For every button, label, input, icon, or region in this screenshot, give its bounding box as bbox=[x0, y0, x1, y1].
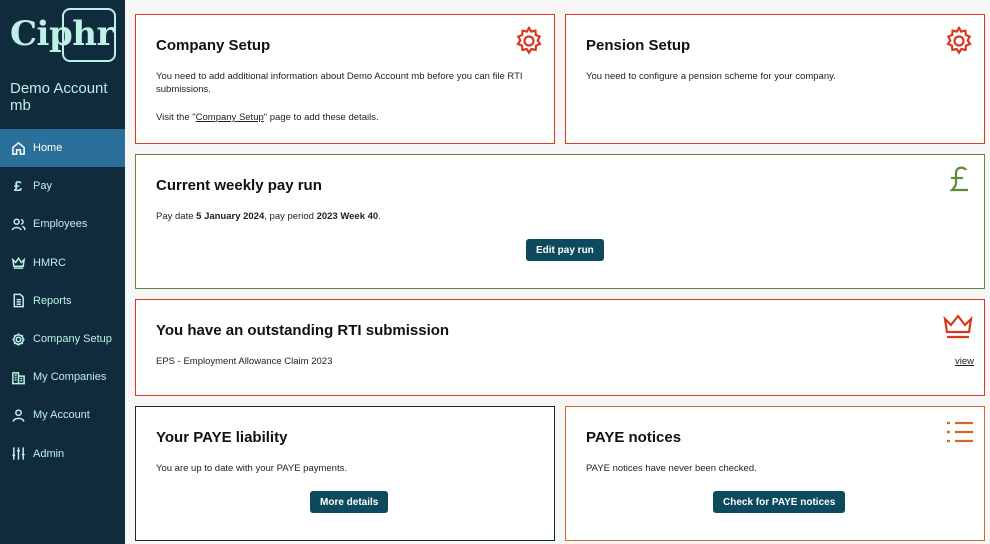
company-setup-card: Company Setup You need to add additional… bbox=[135, 14, 555, 144]
pay-period-label: , pay period bbox=[264, 211, 317, 222]
gear-icon[interactable] bbox=[513, 25, 545, 57]
card-title: Pension Setup bbox=[586, 37, 691, 54]
pension-setup-card: Pension Setup You need to configure a pe… bbox=[565, 14, 985, 144]
sidebar-item-label: Company Setup bbox=[33, 333, 112, 346]
card-title: Current weekly pay run bbox=[156, 177, 322, 194]
sidebar-item-my-account[interactable]: My Account bbox=[0, 396, 125, 434]
sidebar-item-label: Reports bbox=[33, 294, 72, 307]
logo-text: Ciphr bbox=[10, 14, 114, 54]
sidebar-item-pay[interactable]: £ Pay bbox=[0, 167, 125, 205]
paye-notices-card: PAYE notices PAYE notices have never bee… bbox=[565, 406, 985, 541]
sidebar-item-label: My Account bbox=[33, 409, 90, 422]
sidebar: Ciphr Demo Account mb Home £ Pay Employe… bbox=[0, 0, 125, 544]
paye-liability-card: Your PAYE liability You are up to date w… bbox=[135, 406, 555, 541]
sidebar-item-label: Pay bbox=[33, 180, 52, 193]
sidebar-item-reports[interactable]: Reports bbox=[0, 282, 125, 320]
gear-icon[interactable] bbox=[943, 25, 975, 57]
sidebar-item-admin[interactable]: Admin bbox=[0, 435, 125, 473]
document-icon bbox=[10, 293, 26, 309]
sidebar-item-hmrc[interactable]: HMRC bbox=[0, 244, 125, 282]
pay-date-label: Pay date bbox=[156, 211, 197, 222]
instruction-suffix: " page to add these details. bbox=[263, 112, 379, 123]
home-icon bbox=[10, 140, 26, 156]
sidebar-item-company-setup[interactable]: Company Setup bbox=[0, 320, 125, 358]
view-link[interactable]: view bbox=[955, 355, 974, 368]
sidebar-item-label: Home bbox=[33, 142, 63, 155]
sidebar-item-label: Employees bbox=[33, 218, 88, 231]
sidebar-item-employees[interactable]: Employees bbox=[0, 205, 125, 243]
instruction-prefix: Visit the " bbox=[156, 112, 196, 123]
pound-icon: £ bbox=[13, 177, 23, 195]
pay-run-card: Current weekly pay run Pay date 5 Januar… bbox=[135, 154, 985, 289]
more-details-button[interactable]: More details bbox=[310, 491, 389, 513]
card-text: You need to add additional information a… bbox=[156, 71, 523, 95]
gear-icon bbox=[10, 331, 26, 347]
sliders-icon bbox=[10, 446, 26, 462]
crown-icon bbox=[942, 310, 974, 342]
rti-item: EPS - Employment Allowance Claim 2023 bbox=[156, 356, 333, 367]
ciphr-logo[interactable]: Ciphr bbox=[8, 8, 116, 64]
sidebar-item-label: Admin bbox=[33, 447, 65, 460]
card-instruction: Visit the "Company Setup" page to add th… bbox=[156, 111, 379, 124]
sidebar-nav: Home £ Pay Employees HMRC Reports Compan… bbox=[0, 129, 125, 473]
list-icon bbox=[944, 417, 976, 449]
pay-date: 5 January 2024 bbox=[196, 211, 265, 222]
card-text: You are up to date with your PAYE paymen… bbox=[156, 463, 347, 474]
card-title: PAYE notices bbox=[586, 429, 682, 446]
card-title: You have an outstanding RTI submission bbox=[156, 322, 450, 339]
rti-submission-card: You have an outstanding RTI submission E… bbox=[135, 299, 985, 396]
user-icon bbox=[10, 407, 26, 423]
sidebar-item-home[interactable]: Home bbox=[0, 129, 125, 168]
edit-pay-run-button[interactable]: Edit pay run bbox=[526, 239, 604, 261]
sidebar-item-label: My Companies bbox=[33, 371, 107, 384]
people-icon bbox=[10, 216, 26, 232]
crown-icon bbox=[10, 255, 26, 271]
card-title: Your PAYE liability bbox=[156, 429, 288, 446]
card-text: You need to configure a pension scheme f… bbox=[586, 71, 836, 82]
sidebar-item-label: HMRC bbox=[33, 256, 66, 269]
card-title: Company Setup bbox=[156, 37, 271, 54]
sidebar-item-my-companies[interactable]: My Companies bbox=[0, 358, 125, 396]
pay-period-suffix: . bbox=[378, 211, 381, 222]
pay-period: 2023 Week 40 bbox=[316, 211, 379, 222]
pound-icon bbox=[944, 163, 976, 195]
pay-run-details: Pay date 5 January 2024, pay period 2023… bbox=[156, 210, 381, 223]
account-name: Demo Account mb bbox=[10, 80, 108, 114]
check-paye-notices-button[interactable]: Check for PAYE notices bbox=[713, 491, 846, 513]
buildings-icon bbox=[10, 369, 26, 385]
card-text: PAYE notices have never been checked. bbox=[586, 463, 757, 474]
company-setup-link[interactable]: Company Setup bbox=[196, 112, 264, 123]
